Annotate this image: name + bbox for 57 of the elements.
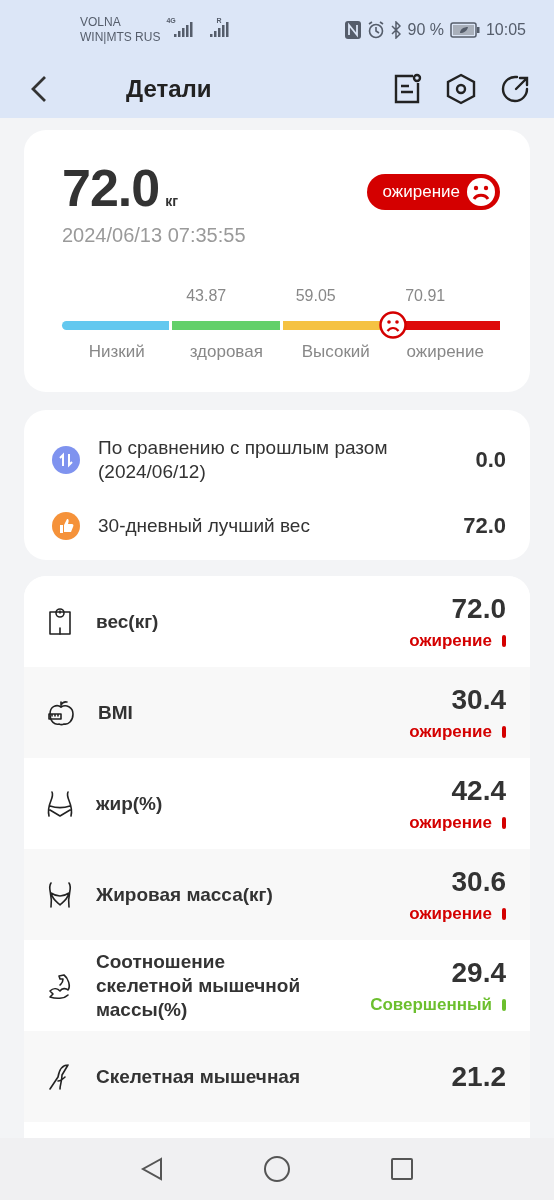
refresh-arrow-icon bbox=[499, 73, 531, 105]
threshold-value: 43.87 bbox=[185, 287, 227, 305]
metric-status: Совершенный bbox=[370, 994, 492, 1015]
bluetooth-icon bbox=[391, 21, 402, 39]
measurement-datetime: 2024/06/13 07:35:55 bbox=[62, 224, 247, 247]
sad-face-icon bbox=[466, 177, 496, 207]
compare-arrows-icon bbox=[52, 446, 80, 474]
weight-unit: кг bbox=[165, 193, 179, 209]
metric-status: ожирение bbox=[409, 812, 492, 833]
signal-icon bbox=[210, 21, 231, 39]
threshold-value: 59.05 bbox=[294, 287, 336, 305]
weight-value: 72.0 bbox=[62, 159, 160, 217]
metric-status: ожирение bbox=[409, 721, 492, 742]
metric-value: 30.6 bbox=[451, 865, 506, 898]
comparison-label: 30-дневный лучший вес bbox=[98, 514, 311, 538]
metric-value: 21.2 bbox=[451, 1060, 506, 1093]
thumbs-up-icon bbox=[52, 512, 80, 540]
settings-button[interactable] bbox=[444, 72, 478, 106]
metric-row[interactable]: Скелетная мышечная 21.2 bbox=[24, 1031, 530, 1122]
threshold-value: 70.91 bbox=[404, 287, 446, 305]
settings-icon bbox=[445, 73, 477, 105]
metric-label: Жировая масса(кг) bbox=[96, 882, 274, 907]
battery-percent: 90 % bbox=[407, 21, 444, 39]
range-label: здоровая bbox=[188, 342, 264, 362]
comparison-value: 0.0 bbox=[475, 447, 506, 473]
metric-value: 72.0 bbox=[451, 592, 506, 625]
metric-row[interactable]: Жировая масса(кг) 30.6 ожирение bbox=[24, 849, 530, 940]
metric-value: 30.4 bbox=[451, 683, 506, 716]
range-label: Низкий bbox=[87, 342, 146, 362]
comparison-value: 72.0 bbox=[463, 513, 506, 539]
metric-row[interactable]: BMI 30.4 ожирение bbox=[24, 667, 530, 758]
metric-label: жир(%) bbox=[96, 791, 164, 816]
nfc-icon bbox=[345, 21, 362, 39]
metric-value: 29.4 bbox=[451, 956, 506, 989]
page-title: Детали bbox=[126, 75, 213, 103]
battery-icon bbox=[449, 22, 480, 38]
clock-time: 10:05 bbox=[485, 21, 526, 39]
square-recents-icon bbox=[389, 1157, 414, 1181]
metric-label: вес(кг) bbox=[96, 609, 160, 634]
metric-label: Соотношение скелетной мышечной массы(%) bbox=[96, 949, 302, 1022]
carrier-name: WIN|MTS RUS bbox=[80, 30, 161, 45]
range-label: ожирение bbox=[405, 342, 485, 362]
metric-value: 42.4 bbox=[451, 774, 506, 807]
scale-icon bbox=[46, 606, 74, 637]
metric-status: ожирение bbox=[409, 630, 492, 651]
range-label: Высокий bbox=[300, 342, 371, 362]
comparison-label: По сравнению с прошлым разом (2024/06/12) bbox=[98, 436, 389, 484]
belly-icon bbox=[46, 880, 74, 909]
waist-icon bbox=[46, 789, 74, 818]
metric-status: ожирение bbox=[409, 903, 492, 924]
metric-label: BMI bbox=[98, 700, 134, 725]
metric-label: Скелетная мышечная bbox=[96, 1064, 302, 1089]
back-icon bbox=[29, 75, 49, 103]
status-badge: ожирение bbox=[366, 174, 500, 210]
carrier-name: VOLNA bbox=[80, 15, 122, 30]
circle-home-icon bbox=[263, 1155, 291, 1183]
alarm-icon bbox=[367, 21, 386, 39]
